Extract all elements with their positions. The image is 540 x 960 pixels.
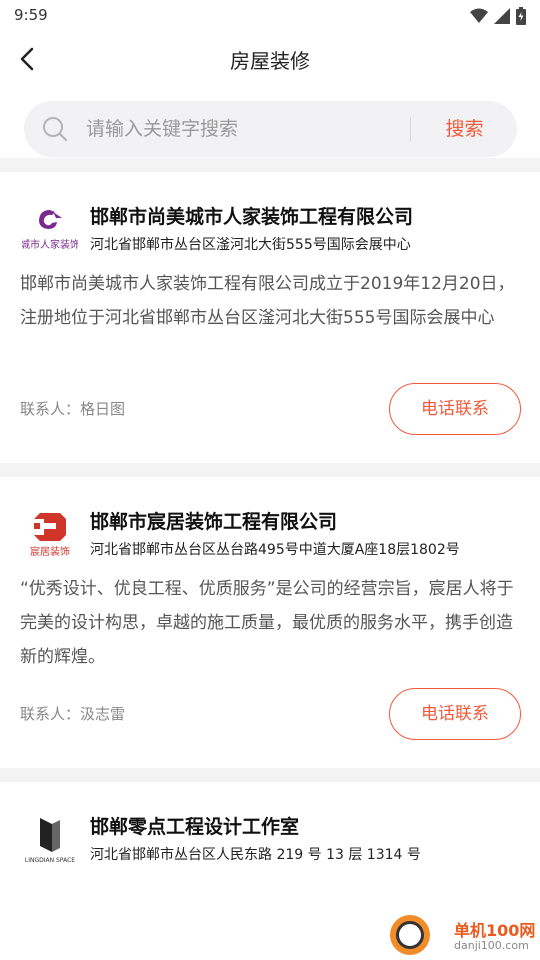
page-title: 房屋装修 [230,49,310,73]
company-logo: 宸居装饰 [30,513,70,558]
company-address: 河北省邯郸市丛台区人民东路 219 号 13 层 1314 号 [90,847,421,863]
watermark-title: 单机100网 [454,921,536,940]
call-button[interactable]: 电话联系 [389,688,521,740]
company-address: 河北省邯郸市丛台区丛台路495号中道大厦A座18层1802号 [90,542,460,558]
company-name: 邯郸市宸居装饰工程有限公司 [90,511,338,533]
company-logo: LINGDIAN SPACE [25,818,75,864]
watermark-logo-icon [390,915,430,955]
contact-person: 联系人：汲志雷 [20,705,126,723]
logo-text: 城市人家装饰 [22,238,78,251]
search-input[interactable] [86,113,406,145]
status-icons [470,7,526,25]
watermark: 单机100网 danji100.com [390,915,540,960]
company-description: 邯郸市尚美城市人家装饰工程有限公司成立于2019年12月20日，注册地位于河北省… [20,274,515,328]
status-time: 9:59 [14,6,48,24]
logo-text: 宸居装饰 [30,545,70,558]
cellular-signal-icon [494,8,510,24]
status-bar: 9:59 [0,0,540,32]
wifi-icon [470,8,488,23]
company-card[interactable]: 宸居装饰 邯郸市宸居装饰工程有限公司 河北省邯郸市丛台区丛台路495号中道大厦A… [0,477,540,768]
watermark-url: danji100.com [454,939,529,952]
call-button[interactable]: 电话联系 [389,383,521,435]
company-description: “优秀设计、优良工程、优质服务”是公司的经营宗旨，宸居人将于完美的设计构思，卓越… [20,579,514,667]
company-name: 邯郸市尚美城市人家装饰工程有限公司 [90,206,414,228]
search-icon [43,117,68,142]
search-divider [410,117,411,141]
company-logo: 城市人家装饰 [22,210,78,251]
search-bar: 搜索 [24,101,517,157]
contact-person: 联系人：格日图 [20,400,126,418]
battery-icon [516,7,526,25]
search-section: 搜索 [0,86,540,158]
nav-bar: 房屋装修 [0,32,540,86]
search-button[interactable]: 搜索 [412,101,517,157]
company-name: 邯郸零点工程设计工作室 [90,816,300,838]
company-address: 河北省邯郸市丛台区滏河北大街555号国际会展中心 [90,237,411,253]
logo-text: LINGDIAN SPACE [25,857,75,864]
company-card[interactable]: 城市人家装饰 邯郸市尚美城市人家装饰工程有限公司 河北省邯郸市丛台区滏河北大街5… [0,172,540,463]
